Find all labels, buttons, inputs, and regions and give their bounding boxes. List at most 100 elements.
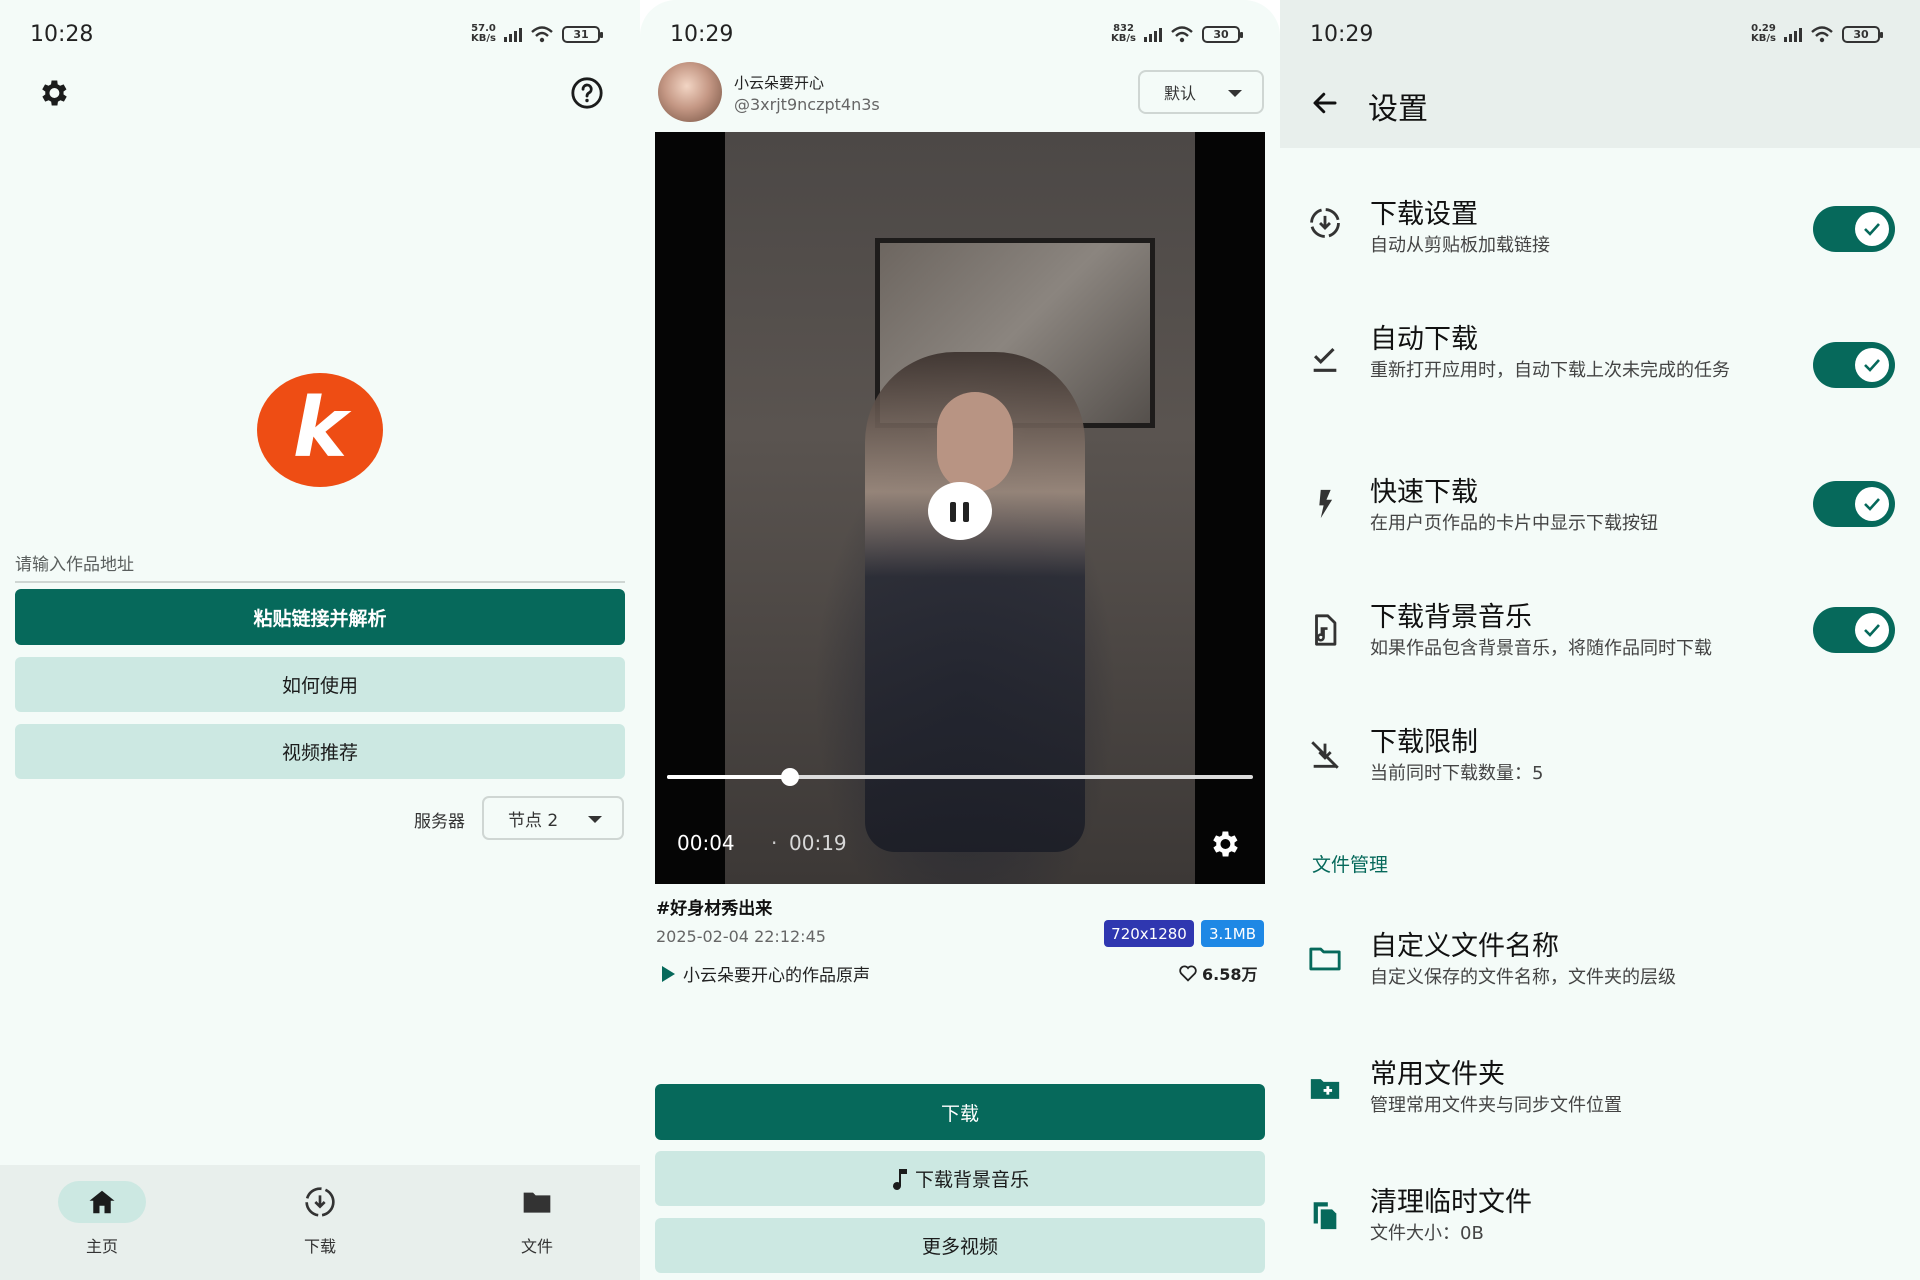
- settings-screen: 10:29 0.29 KB/s 30 设置 下载设置 自动从剪贴板加载链接 自动下…: [1280, 0, 1920, 1280]
- video-recommend-button[interactable]: 视频推荐: [15, 724, 625, 779]
- author-avatar[interactable]: [658, 62, 722, 122]
- setting-title: 快速下载: [1370, 477, 1478, 508]
- setting-common-folders[interactable]: 常用文件夹 管理常用文件夹与同步文件位置: [1280, 1050, 1920, 1130]
- how-to-use-button[interactable]: 如何使用: [15, 657, 625, 712]
- download-button[interactable]: 下载: [655, 1084, 1265, 1140]
- signal-icon: [1784, 26, 1802, 42]
- quality-select[interactable]: 默认: [1138, 70, 1264, 114]
- setting-desc: 自定义保存的文件名称，文件夹的层级: [1370, 967, 1676, 988]
- settings-gear-icon[interactable]: [36, 76, 70, 110]
- setting-desc: 如果作品包含背景音乐，将随作品同时下载: [1370, 638, 1712, 659]
- pause-button[interactable]: [928, 482, 992, 540]
- nav-download[interactable]: 下载: [270, 1181, 370, 1257]
- battery-icon: 30: [1842, 25, 1883, 43]
- check-icon: [1864, 498, 1880, 511]
- paste-parse-button[interactable]: 粘贴链接并解析: [15, 589, 625, 645]
- setting-title: 常用文件夹: [1370, 1059, 1505, 1090]
- more-videos-button[interactable]: 更多视频: [655, 1218, 1265, 1273]
- bottom-navigation: 主页 下载 文件: [0, 1165, 640, 1280]
- setting-title: 清理临时文件: [1370, 1187, 1532, 1218]
- network-speed: 832 KB/s: [1111, 23, 1136, 44]
- status-bar: 10:28 57.0 KB/s 31: [0, 0, 640, 70]
- chevron-down-icon: [588, 816, 602, 823]
- video-progress-bar[interactable]: [667, 768, 1253, 786]
- setting-title: 下载限制: [1370, 727, 1478, 758]
- author-name: 小云朵要开心: [734, 74, 825, 92]
- setting-download-limit[interactable]: 下载限制 当前同时下载数量：5: [1280, 718, 1920, 798]
- toggle-download-settings[interactable]: [1813, 206, 1895, 252]
- status-time: 10:29: [1310, 22, 1374, 47]
- help-icon[interactable]: [570, 76, 604, 110]
- status-time: 10:29: [670, 22, 734, 47]
- settings-title: 设置: [1368, 92, 1428, 127]
- music-file-icon: [1315, 614, 1337, 646]
- download-icon: [305, 1187, 335, 1217]
- download-music-label: 下载背景音乐: [914, 1169, 1029, 1191]
- setting-title: 自动下载: [1370, 324, 1478, 355]
- battery-icon: 30: [1202, 25, 1243, 43]
- setting-desc: 当前同时下载数量：5: [1370, 763, 1544, 784]
- signal-icon: [1144, 26, 1162, 42]
- setting-desc: 在用户页作品的卡片中显示下载按钮: [1370, 513, 1658, 534]
- setting-clear-temp-files[interactable]: 清理临时文件 文件大小：0B: [1280, 1178, 1920, 1258]
- setting-desc: 自动从剪贴板加载链接: [1370, 235, 1550, 256]
- setting-download-settings[interactable]: 下载设置 自动从剪贴板加载链接: [1280, 190, 1920, 270]
- server-label: 服务器: [414, 812, 465, 832]
- progress-thumb[interactable]: [781, 768, 800, 786]
- setting-desc: 重新打开应用时，自动下载上次未完成的任务: [1370, 360, 1730, 381]
- url-input-field[interactable]: [15, 550, 625, 583]
- toggle-quick-download[interactable]: [1813, 481, 1895, 527]
- setting-title: 自定义文件名称: [1370, 931, 1559, 962]
- download-music-button[interactable]: 下载背景音乐: [655, 1151, 1265, 1206]
- server-select-value: 节点 2: [508, 810, 559, 831]
- server-select[interactable]: 节点 2: [482, 796, 624, 840]
- music-row[interactable]: 小云朵要开心的作品原声: [662, 961, 870, 986]
- author-handle: @3xrjt9nczpt4n3s: [734, 95, 880, 114]
- music-note-icon: [892, 1168, 907, 1190]
- nav-home-label: 主页: [85, 1237, 118, 1256]
- signal-icon: [504, 26, 522, 42]
- wifi-icon: [531, 26, 553, 43]
- setting-desc: 文件大小：0B: [1370, 1223, 1484, 1244]
- setting-auto-download[interactable]: 自动下载 重新打开应用时，自动下载上次未完成的任务: [1280, 315, 1920, 415]
- player-settings-icon[interactable]: [1207, 827, 1241, 861]
- folder-plus-icon: [1310, 1079, 1340, 1099]
- copy-files-icon: [1313, 1202, 1337, 1230]
- home-screen: 10:28 57.0KB/s 31 k 粘贴链接并解析 如何使用 视频推荐 服务…: [0, 0, 640, 1280]
- play-icon: [662, 965, 675, 982]
- setting-quick-download[interactable]: 快速下载 在用户页作品的卡片中显示下载按钮: [1280, 468, 1920, 548]
- setting-desc: 管理常用文件夹与同步文件位置: [1370, 1095, 1622, 1116]
- home-icon: [89, 1190, 115, 1214]
- setting-custom-filename[interactable]: 自定义文件名称 自定义保存的文件名称，文件夹的层级: [1280, 922, 1920, 1002]
- nav-home[interactable]: 主页: [52, 1181, 152, 1257]
- setting-title: 下载背景音乐: [1370, 602, 1532, 633]
- folder-outline-icon: [1309, 947, 1341, 971]
- download-circle-icon: [1310, 208, 1340, 238]
- time-separator: ·: [771, 831, 778, 855]
- network-speed: 0.29 KB/s: [1751, 23, 1776, 44]
- status-bar: 10:29 832 KB/s 30: [640, 0, 1280, 70]
- resolution-badge: 720x1280: [1104, 920, 1194, 947]
- toggle-download-bgm[interactable]: [1813, 607, 1895, 653]
- battery-icon: 31: [562, 25, 603, 43]
- url-input[interactable]: [15, 550, 625, 580]
- back-arrow-icon[interactable]: [1310, 88, 1340, 118]
- flash-icon: [1319, 489, 1333, 519]
- wifi-icon: [1171, 26, 1193, 43]
- chevron-down-icon: [1228, 90, 1242, 97]
- setting-title: 下载设置: [1370, 199, 1478, 230]
- settings-app-bar: 10:29 0.29 KB/s 30 设置: [1280, 0, 1920, 148]
- wifi-icon: [1811, 26, 1833, 43]
- video-player[interactable]: 00:04 · 00:19: [655, 132, 1265, 884]
- total-time: 00:19: [789, 831, 847, 855]
- nav-files[interactable]: 文件: [487, 1181, 587, 1257]
- check-icon: [1864, 624, 1880, 637]
- post-title: #好身材秀出来: [656, 899, 773, 919]
- network-speed: 57.0 KB/s: [471, 23, 496, 44]
- folder-icon: [523, 1192, 551, 1213]
- video-detail-screen: 10:29 832 KB/s 30 小云朵要开心 @3xrjt9nczpt4n3s…: [640, 0, 1280, 1280]
- toggle-auto-download[interactable]: [1813, 342, 1895, 388]
- check-icon: [1864, 359, 1880, 372]
- setting-download-bgm[interactable]: 下载背景音乐 如果作品包含背景音乐，将随作品同时下载: [1280, 593, 1920, 673]
- nav-download-label: 下载: [303, 1237, 336, 1256]
